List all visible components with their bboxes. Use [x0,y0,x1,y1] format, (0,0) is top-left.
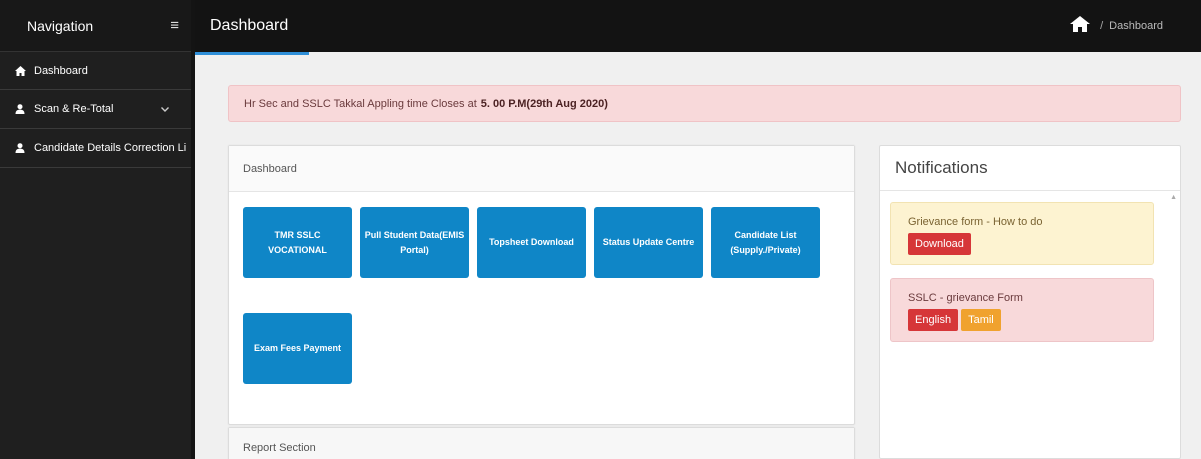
sidebar-title: Navigation [27,17,94,34]
sidebar-item-scan-retotal[interactable]: Scan & Re-Total [0,90,191,129]
tile-candidate-list[interactable]: Candidate List (Supply./Private) [711,207,820,278]
chevron-down-icon[interactable] [161,105,169,114]
breadcrumb: / Dashboard [1070,0,1163,52]
active-tab-indicator [195,52,309,55]
alert-text: Hr Sec and SSLC Takkal Appling time Clos… [244,97,477,110]
notification-text: SSLC - grievance Form [908,292,1023,304]
download-button[interactable]: Download [908,233,971,255]
scroll-up-icon[interactable]: ▲ [1170,194,1177,201]
user-icon [12,143,28,153]
sidebar-item-candidate-correction[interactable]: Candidate Details Correction Li [0,129,191,168]
home-icon[interactable] [1070,15,1091,37]
dashboard-panel-title: Dashboard [229,146,854,192]
tile-tmr-sslc-vocational[interactable]: TMR SSLC VOCATIONAL [243,207,352,278]
sidebar-item-label: Scan & Re-Total [34,103,114,115]
tile-status-update-centre[interactable]: Status Update Centre [594,207,703,278]
report-panel-title: Report Section [229,428,854,459]
sidebar-header: Navigation ≡ [0,0,191,52]
alert-banner: Hr Sec and SSLC Takkal Appling time Clos… [228,85,1181,122]
sidebar-item-label: Candidate Details Correction Li [34,142,187,154]
user-icon [12,104,28,114]
sidebar: Navigation ≡ Dashboard Scan & Re-Total C… [0,0,195,459]
top-bar: Dashboard / Dashboard [195,0,1201,55]
home-icon [12,65,28,76]
alert-highlight: 5. 00 P.M(29th Aug 2020) [480,97,608,110]
tile-exam-fees-payment[interactable]: Exam Fees Payment [243,313,352,384]
notifications-title: Notifications [880,146,1180,191]
notification-card: SSLC - grievance Form English Tamil [890,278,1154,342]
notifications-scrollbar[interactable] [1168,192,1178,458]
sidebar-item-dashboard[interactable]: Dashboard [0,52,191,90]
sidebar-item-label: Dashboard [34,64,88,77]
dashboard-panel: Dashboard TMR SSLC VOCATIONAL Pull Stude… [228,145,855,425]
english-button[interactable]: English [908,309,959,331]
notification-card: Grievance form - How to do Download [890,202,1154,265]
tile-pull-student-data[interactable]: Pull Student Data(EMIS Portal) [360,207,469,278]
notifications-panel: Notifications ▲ Grievance form - How to … [879,145,1181,459]
tile-topsheet-download[interactable]: Topsheet Download [477,207,586,278]
breadcrumb-current: Dashboard [1109,20,1163,32]
breadcrumb-separator: / [1100,20,1104,32]
page-title: Dashboard [210,17,289,34]
tamil-button[interactable]: Tamil [961,309,1001,331]
report-panel: Report Section [228,427,855,459]
hamburger-icon[interactable]: ≡ [170,17,179,34]
notification-text: Grievance form - How to do [908,216,1043,228]
